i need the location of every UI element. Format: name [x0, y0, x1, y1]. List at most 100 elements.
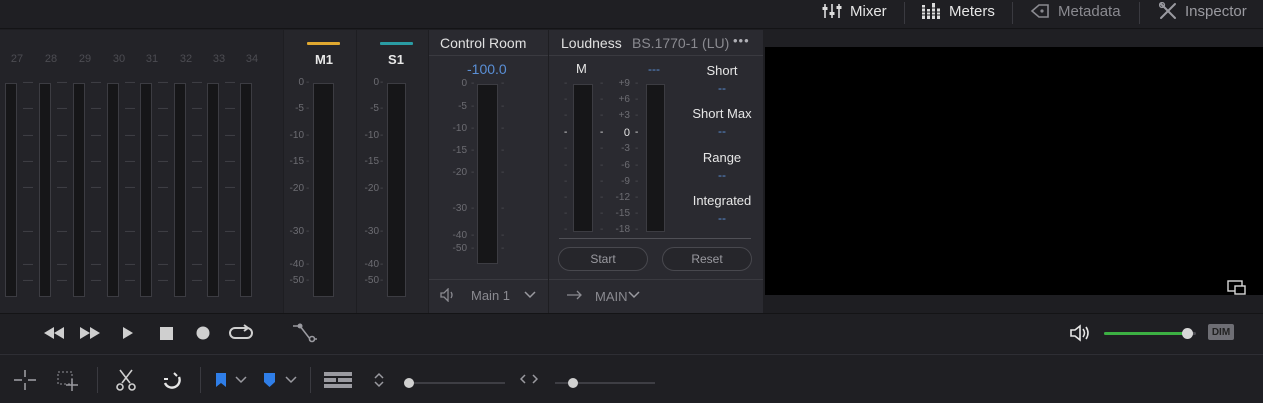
- scale-tick: -: [471, 78, 475, 89]
- volume-slider[interactable]: [1104, 328, 1196, 339]
- scale-tick: -: [600, 224, 604, 235]
- scale-tick: -: [380, 156, 384, 167]
- loudness-start-button[interactable]: Start: [558, 247, 648, 271]
- scale-tick: —: [158, 259, 168, 270]
- scale-label: -30: [364, 226, 379, 237]
- scale-tick: —: [225, 77, 235, 88]
- scale-label: -30: [289, 226, 304, 237]
- scale-tick: -: [600, 192, 604, 203]
- scale-tick: —: [125, 275, 135, 286]
- range-selection-icon[interactable]: [56, 369, 82, 393]
- scale-tick: —: [23, 226, 33, 237]
- flag-icon[interactable]: [213, 371, 229, 389]
- scale-tick: -: [600, 208, 604, 219]
- viewer-area[interactable]: [765, 47, 1263, 295]
- channel-meter: [39, 83, 51, 297]
- control-room-output[interactable]: Main 1: [471, 288, 510, 303]
- scale-tick: —: [91, 130, 101, 141]
- loudness-meter2-label: ---: [648, 62, 660, 76]
- snapping-magnet-icon[interactable]: [160, 368, 184, 392]
- track-height-slider[interactable]: [405, 382, 505, 384]
- scale-tick: -: [564, 160, 568, 171]
- scale-tick: —: [158, 77, 168, 88]
- record-icon[interactable]: [194, 324, 212, 342]
- tab-inspector[interactable]: Inspector: [1159, 0, 1247, 22]
- scale-label: -40: [364, 259, 379, 270]
- play-icon[interactable]: [119, 324, 137, 342]
- zoom-slider-handle[interactable]: [568, 378, 578, 388]
- scale-tick: -: [471, 123, 475, 134]
- rewind-icon[interactable]: [42, 324, 66, 342]
- scale-tick: -: [635, 110, 639, 121]
- timeline-view-icon[interactable]: [323, 370, 353, 390]
- loudness-bus[interactable]: MAIN: [595, 289, 628, 304]
- scale-tick: —: [158, 275, 168, 286]
- channel-number: 27: [10, 53, 24, 65]
- tab-metadata[interactable]: Metadata: [1030, 0, 1121, 22]
- volume-icon[interactable]: [1070, 323, 1092, 343]
- more-options-icon[interactable]: •••: [733, 33, 750, 48]
- scale-label: -10: [289, 130, 304, 141]
- selection-tool-icon[interactable]: [12, 369, 38, 391]
- tab-meters[interactable]: Meters: [922, 0, 995, 22]
- channel-meter: [174, 83, 186, 297]
- speaker-icon[interactable]: [439, 287, 459, 303]
- scale-label: -20: [364, 183, 379, 194]
- scale-tick: -: [471, 203, 475, 214]
- dim-button[interactable]: DIM: [1208, 324, 1234, 340]
- viewer-size-icon[interactable]: [1226, 279, 1248, 297]
- scale-tick: -: [471, 167, 475, 178]
- bus-m1-color: [307, 42, 340, 45]
- timeline-toolbar: [0, 354, 1263, 403]
- scale-tick: -: [380, 259, 384, 270]
- bus-s1-label: S1: [388, 52, 404, 67]
- loudness-scale-label: +6: [618, 94, 630, 105]
- scale-tick: -: [564, 192, 568, 203]
- scale-tick: —: [91, 77, 101, 88]
- chevron-down-icon[interactable]: [523, 288, 537, 302]
- automation-icon[interactable]: [290, 322, 320, 344]
- fast-forward-icon[interactable]: [78, 324, 102, 342]
- track-height-slider-handle[interactable]: [404, 378, 414, 388]
- channel-number: 28: [44, 53, 58, 65]
- scale-tick: —: [192, 103, 202, 114]
- scale-tick: -: [380, 275, 384, 286]
- zoom-width-icon[interactable]: [519, 372, 539, 386]
- bus-s1-color: [380, 42, 413, 45]
- scale-tick: —: [192, 130, 202, 141]
- scale-tick: —: [57, 156, 67, 167]
- loudness-reset-button[interactable]: Reset: [662, 247, 752, 271]
- tab-inspector-label: Inspector: [1185, 2, 1247, 20]
- loudness-scale-label: -6: [621, 160, 630, 171]
- chevron-down-icon[interactable]: [284, 374, 298, 386]
- scale-tick: -: [635, 224, 639, 235]
- volume-slider-handle[interactable]: [1181, 328, 1193, 339]
- scale-tick: -: [600, 110, 604, 121]
- chevron-down-icon[interactable]: [234, 374, 248, 386]
- scale-tick: -: [635, 176, 639, 187]
- scale-tick: —: [125, 182, 135, 193]
- loudness-stat-label: Range: [702, 150, 742, 165]
- scale-tick: -: [306, 103, 310, 114]
- scale-tick: -: [564, 78, 568, 89]
- tab-mixer[interactable]: Mixer: [822, 0, 887, 22]
- control-room-level: -100.0: [467, 61, 507, 77]
- scale-tick: -: [600, 176, 604, 187]
- loudness-standard[interactable]: BS.1770-1 (LU): [632, 35, 729, 51]
- chevron-down-icon[interactable]: [627, 288, 641, 302]
- scale-tick: -: [635, 94, 639, 105]
- scale-tick: —: [192, 275, 202, 286]
- scale-label: -50: [452, 243, 467, 254]
- channel-meter: [107, 83, 119, 297]
- channel-meter: [140, 83, 152, 297]
- stop-icon[interactable]: [157, 324, 175, 342]
- scale-tick: —: [57, 77, 67, 88]
- scale-tick: —: [158, 103, 168, 114]
- scale-tick: -: [600, 78, 604, 89]
- loop-icon[interactable]: [228, 322, 254, 344]
- razor-icon[interactable]: [114, 368, 138, 392]
- channel-meter: [207, 83, 219, 297]
- track-height-icon[interactable]: [372, 371, 386, 389]
- scale-tick: -: [306, 226, 310, 237]
- marker-icon[interactable]: [261, 371, 277, 389]
